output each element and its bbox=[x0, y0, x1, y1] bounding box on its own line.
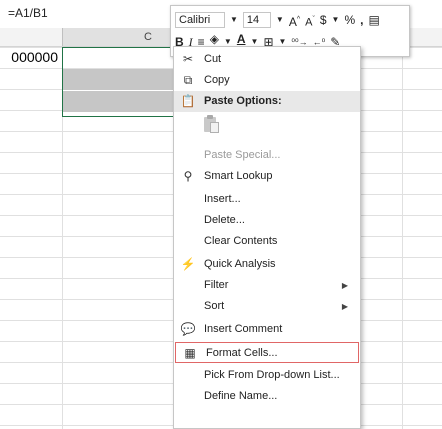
paste-options-header: 📋 Paste Options: bbox=[174, 91, 360, 112]
scissors-icon: ✂ bbox=[182, 52, 194, 66]
copy-icon: ⧉ bbox=[183, 73, 193, 87]
menu-item-insert-comment[interactable]: 💬 Insert Comment bbox=[174, 319, 360, 340]
shrink-font-icon[interactable]: Aˇ bbox=[305, 12, 315, 29]
menu-item-quick-analysis[interactable]: ⚡ Quick Analysis bbox=[174, 254, 360, 275]
menu-item-cut[interactable]: ✂ Cut bbox=[174, 49, 360, 70]
font-size-value: 14 bbox=[246, 14, 260, 26]
comment-icon: 💬 bbox=[180, 322, 196, 336]
menu-item-pick-from-list[interactable]: Pick From Drop-down List... bbox=[174, 365, 360, 386]
cell-a1[interactable]: 000000 bbox=[0, 47, 62, 68]
menu-item-paste-special[interactable]: Paste Special... bbox=[174, 145, 360, 166]
font-name-dropdown[interactable]: Calibri bbox=[175, 12, 225, 28]
submenu-arrow-icon: ▶ bbox=[341, 281, 348, 290]
grow-font-icon[interactable]: A^ bbox=[289, 12, 300, 29]
menu-item-delete[interactable]: Delete... bbox=[174, 210, 360, 231]
format-table-icon[interactable]: ▤ bbox=[368, 12, 379, 28]
font-name-value: Calibri bbox=[179, 14, 211, 26]
menu-item-filter[interactable]: Filter ▶ bbox=[174, 275, 360, 296]
context-menu: ✂ Cut ⧉ Copy 📋 Paste Options: Paste Spec… bbox=[173, 46, 361, 429]
format-cells-icon: ▦ bbox=[184, 346, 196, 360]
submenu-arrow-icon: ▶ bbox=[341, 302, 348, 311]
paste-icon[interactable] bbox=[204, 115, 220, 133]
menu-item-define-name[interactable]: Define Name... bbox=[174, 386, 360, 407]
clipboard-icon: 📋 bbox=[180, 94, 196, 108]
menu-item-smart-lookup[interactable]: ⚲ Smart Lookup bbox=[174, 166, 360, 187]
currency-icon[interactable]: $ bbox=[320, 12, 327, 28]
percent-icon[interactable]: % bbox=[344, 12, 355, 28]
menu-item-format-cells[interactable]: ▦ Format Cells... bbox=[175, 342, 359, 363]
chevron-down-icon[interactable]: ▼ bbox=[230, 12, 238, 28]
menu-item-copy[interactable]: ⧉ Copy bbox=[174, 70, 360, 91]
comma-style-icon[interactable]: , bbox=[360, 12, 363, 28]
font-size-dropdown[interactable]: 14 bbox=[242, 12, 271, 28]
formula-text: =A1/B1 bbox=[8, 6, 48, 20]
search-icon: ⚲ bbox=[183, 169, 193, 183]
menu-item-clear-contents[interactable]: Clear Contents bbox=[174, 231, 360, 252]
quick-analysis-icon: ⚡ bbox=[180, 257, 196, 271]
paste-options-row bbox=[174, 112, 360, 142]
menu-item-sort[interactable]: Sort ▶ bbox=[174, 296, 360, 317]
menu-item-insert[interactable]: Insert... bbox=[174, 189, 360, 210]
chevron-down-icon[interactable]: ▼ bbox=[276, 12, 284, 28]
grid-line bbox=[402, 47, 403, 429]
chevron-down-icon[interactable]: ▼ bbox=[332, 12, 340, 28]
